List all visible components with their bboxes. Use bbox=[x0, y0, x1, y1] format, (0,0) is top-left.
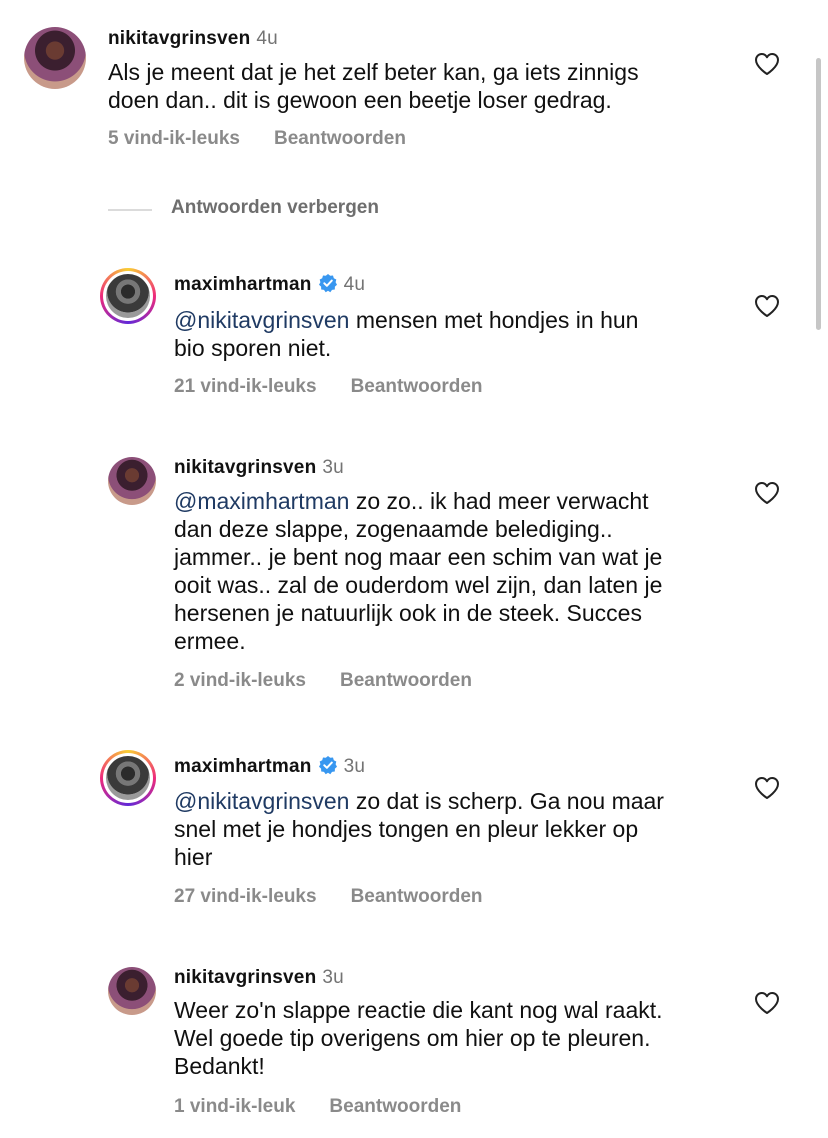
divider bbox=[108, 209, 152, 211]
comment-body: Weer zo'n slappe reactie die kant nog wa… bbox=[174, 997, 663, 1079]
heart-outline-icon[interactable] bbox=[754, 52, 780, 76]
comment-header: maximhartman 4u bbox=[174, 273, 365, 296]
hide-replies-label: Antwoorden verbergen bbox=[171, 197, 379, 218]
timestamp: 3u bbox=[322, 457, 344, 478]
likes-count[interactable]: 27 vind-ik-leuks bbox=[174, 886, 317, 907]
comment-text: Als je meent dat je het zelf beter kan, … bbox=[108, 58, 639, 114]
likes-count[interactable]: 2 vind-ik-leuks bbox=[174, 670, 306, 691]
heart-outline-icon[interactable] bbox=[754, 481, 780, 505]
verified-badge-icon bbox=[318, 274, 337, 293]
username[interactable]: maximhartman bbox=[174, 274, 312, 295]
reply-button[interactable]: Beantwoorden bbox=[274, 128, 406, 149]
reply-button[interactable]: Beantwoorden bbox=[340, 670, 472, 691]
verified-badge-icon bbox=[318, 756, 337, 775]
comment-header: nikitavgrinsven 4u bbox=[108, 28, 278, 50]
likes-count[interactable]: 1 vind-ik-leuk bbox=[174, 1096, 295, 1117]
comment-actions: 2 vind-ik-leuks Beantwoorden bbox=[174, 670, 472, 692]
timestamp: 4u bbox=[256, 28, 278, 49]
comment-actions: 1 vind-ik-leuk Beantwoorden bbox=[174, 1096, 461, 1118]
comment-text: Weer zo'n slappe reactie die kant nog wa… bbox=[174, 996, 663, 1080]
comment-header: maximhartman 3u bbox=[174, 755, 365, 778]
comment-header: nikitavgrinsven 3u bbox=[174, 457, 344, 479]
timestamp: 4u bbox=[343, 274, 366, 295]
reply-button[interactable]: Beantwoorden bbox=[351, 886, 483, 907]
avatar[interactable] bbox=[108, 967, 156, 1015]
comment-header: nikitavgrinsven 3u bbox=[174, 967, 344, 989]
comment-body: Als je meent dat je het zelf beter kan, … bbox=[108, 59, 639, 113]
heart-outline-icon[interactable] bbox=[754, 294, 780, 318]
mention-link[interactable]: @maximhartman bbox=[174, 488, 349, 514]
reply-button[interactable]: Beantwoorden bbox=[351, 376, 483, 397]
username[interactable]: maximhartman bbox=[174, 756, 312, 777]
timestamp: 3u bbox=[322, 967, 344, 988]
heart-outline-icon[interactable] bbox=[754, 776, 780, 800]
likes-count[interactable]: 5 vind-ik-leuks bbox=[108, 128, 240, 149]
comment-text: @nikitavgrinsven mensen met hondjes in h… bbox=[174, 306, 638, 362]
reply-button[interactable]: Beantwoorden bbox=[329, 1096, 461, 1117]
avatar[interactable] bbox=[100, 750, 156, 806]
avatar[interactable] bbox=[24, 27, 86, 89]
username[interactable]: nikitavgrinsven bbox=[174, 967, 316, 988]
likes-count[interactable]: 21 vind-ik-leuks bbox=[174, 376, 317, 397]
comment-text: @maximhartman zo zo.. ik had meer verwac… bbox=[174, 487, 662, 655]
avatar[interactable] bbox=[108, 457, 156, 505]
comment-actions: 27 vind-ik-leuks Beantwoorden bbox=[174, 886, 483, 908]
mention-link[interactable]: @nikitavgrinsven bbox=[174, 788, 349, 814]
timestamp: 3u bbox=[343, 756, 366, 777]
avatar[interactable] bbox=[100, 268, 156, 324]
comment-text: @nikitavgrinsven zo dat is scherp. Ga no… bbox=[174, 787, 664, 871]
heart-outline-icon[interactable] bbox=[754, 991, 780, 1015]
username[interactable]: nikitavgrinsven bbox=[108, 28, 250, 49]
comment-actions: 21 vind-ik-leuks Beantwoorden bbox=[174, 376, 483, 398]
username[interactable]: nikitavgrinsven bbox=[174, 457, 316, 478]
scrollbar[interactable] bbox=[816, 58, 821, 330]
mention-link[interactable]: @nikitavgrinsven bbox=[174, 307, 349, 333]
comment-actions: 5 vind-ik-leuks Beantwoorden bbox=[108, 128, 406, 150]
